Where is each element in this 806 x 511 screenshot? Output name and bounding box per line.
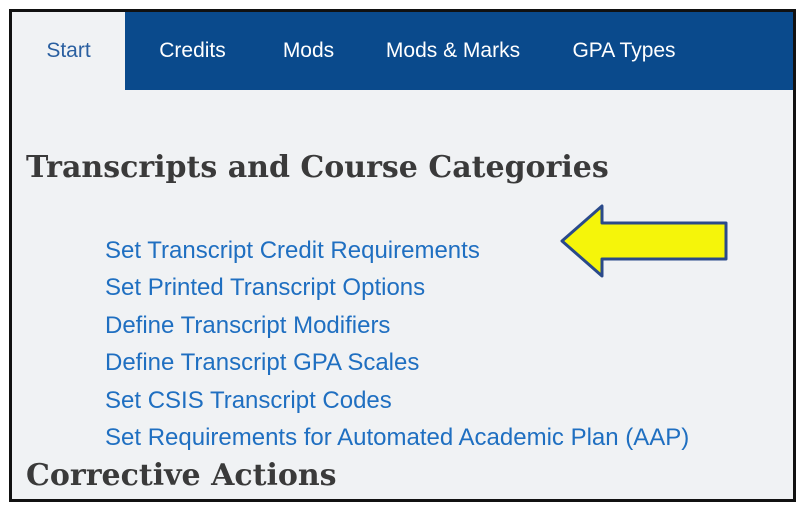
tab-mods-and-marks[interactable]: Mods & Marks xyxy=(357,12,549,90)
arrow-pointer-icon xyxy=(560,204,728,278)
tab-bar: Start Credits Mods Mods & Marks GPA Type… xyxy=(12,12,793,90)
link-set-requirements-aap[interactable]: Set Requirements for Automated Academic … xyxy=(105,424,689,451)
section-heading-transcripts: Transcripts and Course Categories xyxy=(26,150,609,185)
tab-mods[interactable]: Mods xyxy=(260,12,357,90)
list-item: Define Transcript GPA Scales xyxy=(105,344,689,381)
list-item: Set CSIS Transcript Codes xyxy=(105,382,689,419)
tab-start[interactable]: Start xyxy=(12,12,125,90)
section-heading-corrective-actions: Corrective Actions xyxy=(26,458,337,493)
link-set-csis-transcript-codes[interactable]: Set CSIS Transcript Codes xyxy=(105,387,392,414)
link-set-printed-transcript-options[interactable]: Set Printed Transcript Options xyxy=(105,274,425,301)
tab-gpa-types[interactable]: GPA Types xyxy=(549,12,699,90)
list-item: Define Transcript Modifiers xyxy=(105,307,689,344)
tab-credits[interactable]: Credits xyxy=(125,12,260,90)
link-set-transcript-credit-requirements[interactable]: Set Transcript Credit Requirements xyxy=(105,237,480,264)
link-define-transcript-gpa-scales[interactable]: Define Transcript GPA Scales xyxy=(105,349,419,376)
link-define-transcript-modifiers[interactable]: Define Transcript Modifiers xyxy=(105,312,390,339)
list-item: Set Requirements for Automated Academic … xyxy=(105,419,689,456)
